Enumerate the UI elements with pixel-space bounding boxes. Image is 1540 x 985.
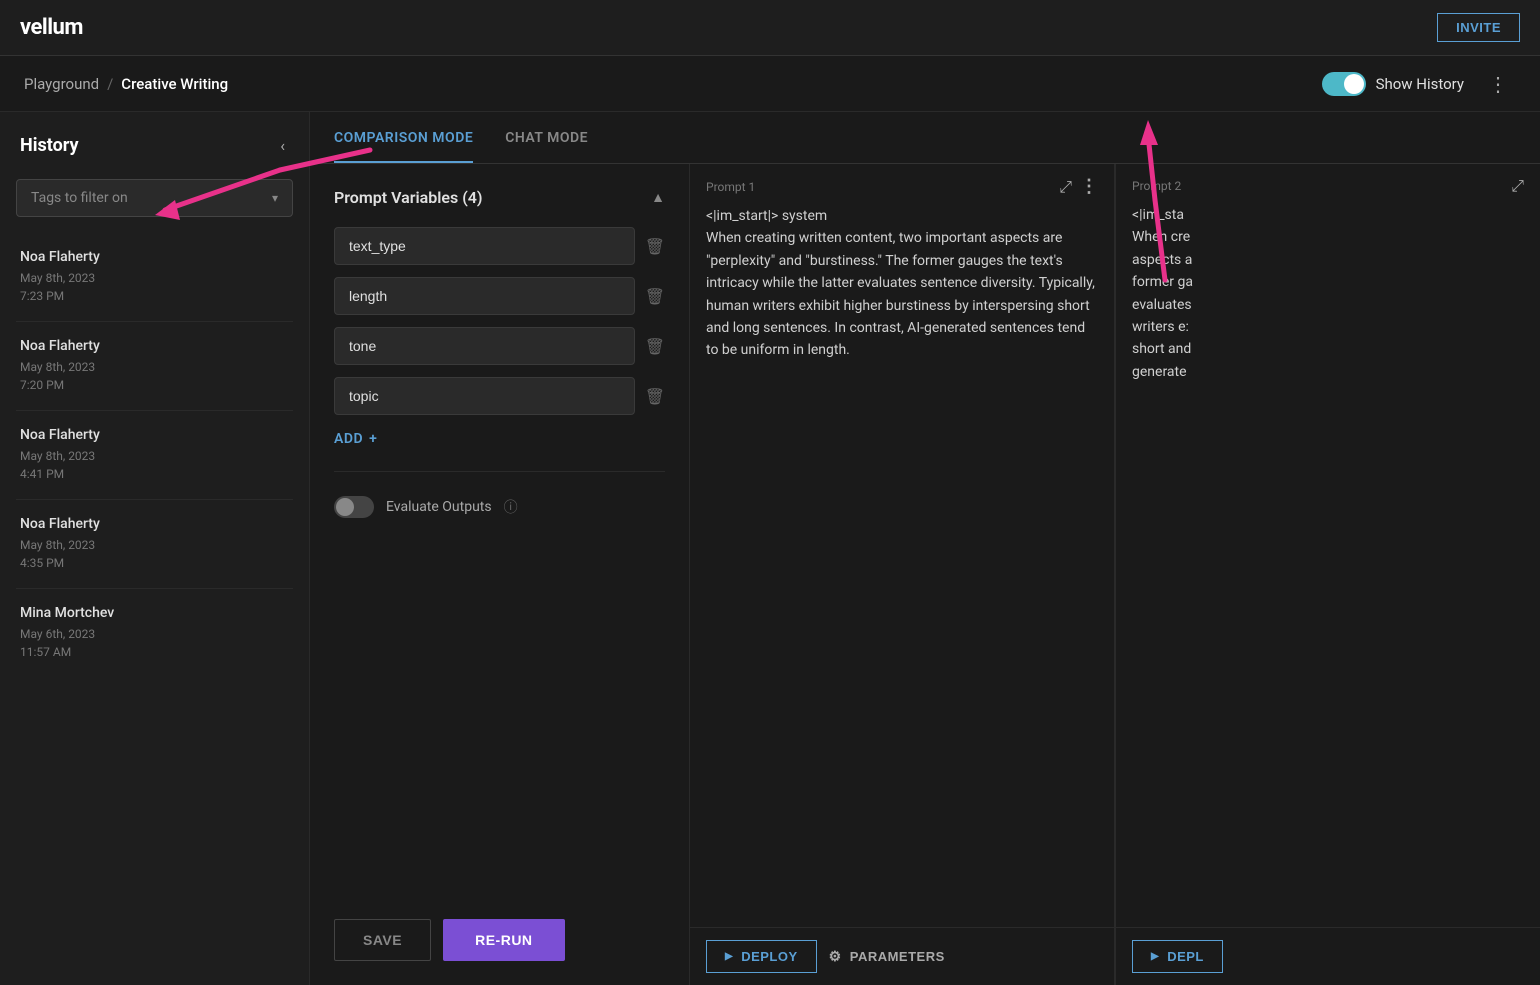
deploy-2-button[interactable]: ▶ DEPL (1132, 940, 1223, 973)
tags-filter-dropdown[interactable]: Tags to filter on ▾ (16, 179, 293, 217)
history-item-name: Noa Flaherty (20, 516, 289, 532)
history-item-date: May 8th, 2023 7:20 PM (20, 358, 289, 394)
breadcrumb-bar: Playground / Creative Writing Show Histo… (0, 56, 1540, 112)
expand-icon[interactable]: ⤢ (1059, 177, 1072, 197)
delete-variable-icon[interactable]: 🗑 (645, 287, 665, 306)
add-variable-button[interactable]: ADD + (334, 431, 665, 447)
prompt-2-label: Prompt 2 (1132, 179, 1181, 193)
deploy-button[interactable]: ▶ DEPLOY (706, 940, 817, 973)
prompt-2-content[interactable]: <|im_sta When cre aspects a former ga ev… (1132, 204, 1524, 383)
history-item-name: Noa Flaherty (20, 249, 289, 265)
parameters-button[interactable]: ⚙ PARAMETERS (829, 948, 945, 965)
variables-collapse-icon[interactable]: ▲ (651, 189, 665, 206)
chevron-down-icon: ▾ (272, 191, 278, 205)
play-icon: ▶ (725, 951, 733, 962)
evaluate-outputs-toggle[interactable] (334, 496, 374, 518)
app-logo: vellum (20, 15, 83, 40)
variable-input-topic[interactable] (334, 377, 635, 415)
play-icon: ▶ (1151, 951, 1159, 962)
main-content: Prompt Variables (4) ▲ 🗑 🗑 🗑 (310, 164, 1540, 985)
show-history-toggle[interactable]: Show History (1322, 72, 1464, 96)
expand-icon[interactable]: ⤢ (1511, 176, 1524, 196)
add-variable-label: ADD (334, 431, 363, 447)
breadcrumb-current: Creative Writing (121, 75, 228, 93)
prompt-1-header: Prompt 1 ⤢ ⋮ (690, 164, 1114, 205)
invite-button[interactable]: INVITE (1437, 13, 1520, 42)
prompt-1-footer: ▶ DEPLOY ⚙ PARAMETERS (690, 927, 1114, 985)
variable-row: 🗑 (334, 227, 665, 265)
prompt-variables-header: Prompt Variables (4) ▲ (334, 188, 665, 207)
deploy-2-label: DEPL (1167, 949, 1204, 964)
history-item-date: May 6th, 2023 11:57 AM (20, 625, 289, 661)
sidebar-collapse-button[interactable]: ‹ (276, 132, 289, 159)
prompt-1-panel: Prompt 1 ⤢ ⋮ <|im_start|> system When cr… (690, 164, 1115, 985)
list-item[interactable]: Mina Mortchev May 6th, 2023 11:57 AM (16, 589, 293, 677)
prompt-2-panel: Prompt 2 ⤢ <|im_sta When cre aspects a f… (1115, 164, 1540, 985)
list-item[interactable]: Noa Flaherty May 8th, 2023 4:35 PM (16, 500, 293, 589)
sidebar: History ‹ Tags to filter on ▾ Noa Flaher… (0, 112, 310, 985)
variable-row: 🗑 (334, 327, 665, 365)
history-item-date: May 8th, 2023 7:23 PM (20, 269, 289, 305)
history-item-name: Noa Flaherty (20, 427, 289, 443)
prompt-1-text-area: <|im_start|> system When creating writte… (690, 205, 1114, 927)
main-layout: History ‹ Tags to filter on ▾ Noa Flaher… (0, 112, 1540, 985)
prompt-variables-title: Prompt Variables (4) (334, 188, 483, 207)
list-item[interactable]: Noa Flaherty May 8th, 2023 7:23 PM (16, 233, 293, 322)
tags-filter-label: Tags to filter on (31, 190, 128, 206)
list-item[interactable]: Noa Flaherty May 8th, 2023 4:41 PM (16, 411, 293, 500)
history-item-name: Mina Mortchev (20, 605, 289, 621)
breadcrumb-parent[interactable]: Playground (24, 75, 99, 93)
tabs-bar: COMPARISON MODE CHAT MODE (310, 112, 1540, 164)
variable-row: 🗑 (334, 277, 665, 315)
variable-input-tone[interactable] (334, 327, 635, 365)
breadcrumb-right: Show History ⋮ (1322, 68, 1516, 100)
deploy-label: DEPLOY (741, 949, 797, 964)
top-nav: vellum INVITE (0, 0, 1540, 56)
prompt-1-label: Prompt 1 (706, 180, 755, 194)
prompts-area: Prompt 1 ⤢ ⋮ <|im_start|> system When cr… (690, 164, 1540, 985)
rerun-button[interactable]: RE-RUN (443, 919, 564, 961)
prompt-2-actions: ⤢ (1511, 176, 1524, 196)
save-button[interactable]: SAVE (334, 919, 431, 961)
delete-variable-icon[interactable]: 🗑 (645, 337, 665, 356)
info-icon[interactable]: ⓘ (504, 497, 518, 517)
prompt-2-footer: ▶ DEPL (1116, 927, 1540, 985)
variables-panel: Prompt Variables (4) ▲ 🗑 🗑 🗑 (310, 164, 690, 985)
divider (334, 471, 665, 472)
more-options-icon[interactable]: ⋮ (1080, 176, 1098, 197)
breadcrumb: Playground / Creative Writing (24, 75, 228, 93)
show-history-label: Show History (1376, 75, 1464, 93)
breadcrumb-separator: / (107, 75, 113, 93)
delete-variable-icon[interactable]: 🗑 (645, 387, 665, 406)
history-toggle-switch[interactable] (1322, 72, 1366, 96)
history-item-name: Noa Flaherty (20, 338, 289, 354)
gear-icon: ⚙ (829, 948, 842, 965)
variable-row: 🗑 (334, 377, 665, 415)
prompt-2-header: Prompt 2 ⤢ (1116, 164, 1540, 204)
tab-chat-mode[interactable]: CHAT MODE (505, 114, 588, 162)
prompt-2-text-area: <|im_sta When cre aspects a former ga ev… (1116, 204, 1540, 927)
evaluate-outputs-row: Evaluate Outputs ⓘ (334, 496, 665, 518)
history-list: Noa Flaherty May 8th, 2023 7:23 PM Noa F… (0, 233, 309, 985)
plus-icon: + (369, 431, 377, 447)
prompt-1-content[interactable]: <|im_start|> system When creating writte… (706, 205, 1098, 362)
variable-input-length[interactable] (334, 277, 635, 315)
action-buttons: SAVE RE-RUN (334, 895, 665, 961)
list-item[interactable]: Noa Flaherty May 8th, 2023 7:20 PM (16, 322, 293, 411)
delete-variable-icon[interactable]: 🗑 (645, 237, 665, 256)
tab-comparison-mode[interactable]: COMPARISON MODE (334, 114, 473, 162)
history-item-date: May 8th, 2023 4:35 PM (20, 536, 289, 572)
sidebar-title: History (20, 135, 79, 156)
sidebar-header: History ‹ (0, 112, 309, 171)
content-area: COMPARISON MODE CHAT MODE Prompt Variabl… (310, 112, 1540, 985)
more-options-button[interactable]: ⋮ (1480, 68, 1516, 100)
parameters-label: PARAMETERS (850, 949, 945, 964)
variable-input-text-type[interactable] (334, 227, 635, 265)
evaluate-outputs-label: Evaluate Outputs (386, 499, 492, 515)
prompt-1-actions: ⤢ ⋮ (1059, 176, 1098, 197)
history-item-date: May 8th, 2023 4:41 PM (20, 447, 289, 483)
